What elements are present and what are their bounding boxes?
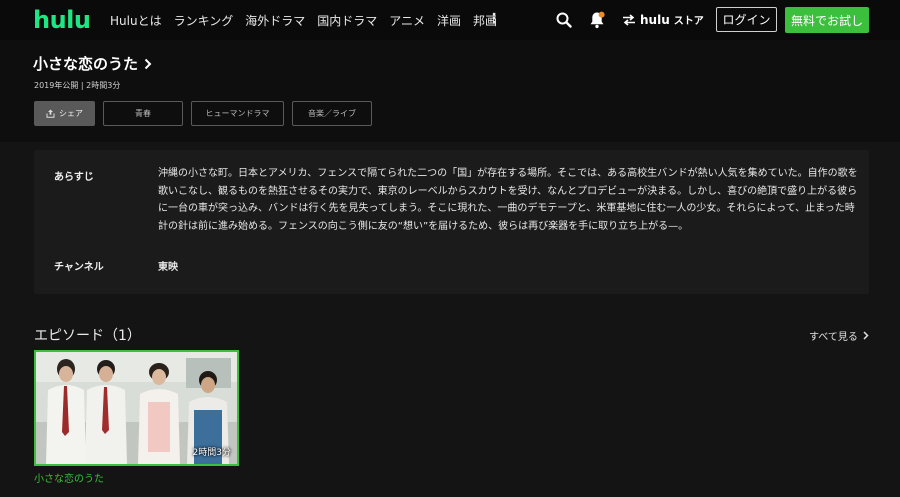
nav-ranking[interactable]: ランキング [174,12,234,29]
tag-music-live[interactable]: 音楽／ライブ [292,101,372,126]
channel-value: 東映 [158,262,178,273]
episode-duration: 2時間3分 [192,448,231,458]
nav-domestic-drama[interactable]: 国内ドラマ [317,12,377,29]
nav-foreign-drama[interactable]: 海外ドラマ [245,12,305,29]
info-box: あらすじ 沖縄の小さな町。日本とアメリカ、フェンスで隔てられた二つの「国」が存在… [34,150,869,294]
title-meta: 2019年公開 | 2時間3分 [34,81,121,90]
episode-title[interactable]: 小さな恋のうた [34,470,104,485]
episode-thumbnail[interactable]: 2時間3分 [34,350,239,466]
free-trial-button[interactable]: 無料でお試し [785,7,869,33]
top-header: hulu Huluとは ランキング 海外ドラマ 国内ドラマ アニメ 洋画 邦画 … [0,0,900,40]
episode-card[interactable]: 2時間3分 [34,350,239,466]
hulu-logo[interactable]: hulu [33,6,91,34]
search-icon[interactable] [554,10,574,30]
chevron-right-icon [144,58,152,69]
nav-western-film[interactable]: 洋画 [437,12,461,29]
nav-anime[interactable]: アニメ [389,12,425,29]
tag-human-drama[interactable]: ヒューマンドラマ [191,101,284,126]
title-area: 小さな恋のうた 2019年公開 | 2時間3分 シェア 青春 ヒューマンドラマ … [0,40,900,142]
chevron-right-icon [863,331,869,340]
tag-list: シェア 青春 ヒューマンドラマ 音楽／ライブ [34,101,380,126]
see-all-link[interactable]: すべて見る [809,328,869,343]
share-button[interactable]: シェア [34,101,95,126]
share-label: シェア [59,109,83,118]
synopsis-label: あらすじ [54,172,94,183]
header-icons [554,10,607,30]
synopsis-text: 沖縄の小さな町。日本とアメリカ、フェンスで隔てられた二つの「国」が存在する場所。… [158,168,858,232]
bell-icon[interactable] [587,10,607,30]
store-suffix: ストア [673,16,704,27]
channel-label: チャンネル [54,262,104,273]
more-vertical-icon[interactable]: ⋮ [487,11,501,27]
nav-about[interactable]: Huluとは [110,12,162,29]
tag-youth[interactable]: 青春 [103,101,183,126]
page-title[interactable]: 小さな恋のうた [33,53,152,74]
swap-arrows-icon [623,13,635,26]
hulu-store-link[interactable]: hulu ストア [622,12,704,27]
store-brand: hulu [640,12,670,27]
see-all-label: すべて見る [809,332,858,343]
title-text: 小さな恋のうた [33,55,139,73]
episodes-heading: エピソード（1） [34,328,141,344]
login-button[interactable]: ログイン [716,7,777,32]
share-icon [46,109,55,118]
main-nav: Huluとは ランキング 海外ドラマ 国内ドラマ アニメ 洋画 邦画 [110,12,509,29]
